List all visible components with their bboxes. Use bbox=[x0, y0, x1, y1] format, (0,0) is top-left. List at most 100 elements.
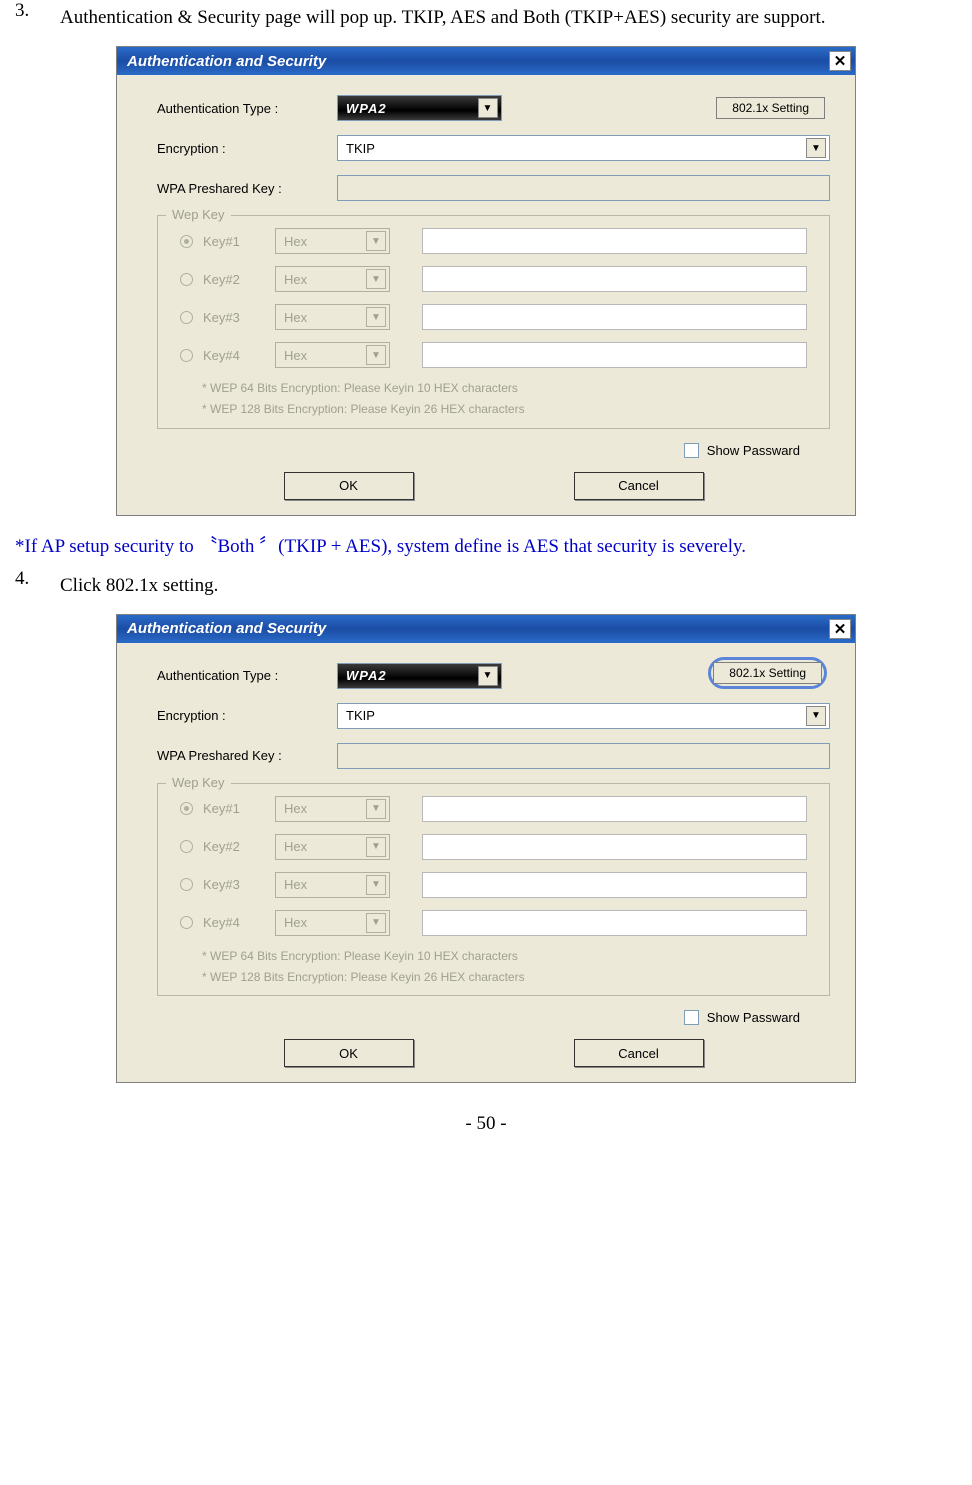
key1-input bbox=[422, 228, 807, 254]
chevron-down-icon: ▼ bbox=[478, 98, 498, 118]
auth-type-label: Authentication Type : bbox=[157, 101, 337, 116]
encryption-value: TKIP bbox=[346, 708, 375, 723]
8021x-setting-button[interactable]: 802.1x Setting bbox=[716, 97, 825, 119]
cancel-button[interactable]: Cancel bbox=[574, 1039, 704, 1067]
key4-input bbox=[422, 342, 807, 368]
radio-key1 bbox=[180, 235, 193, 248]
key3-label: Key#3 bbox=[203, 877, 275, 892]
wep-row-4: Key#4 Hex▼ bbox=[180, 342, 807, 368]
dialog-title: Authentication and Security bbox=[127, 620, 326, 637]
key2-format-dropdown: Hex▼ bbox=[275, 266, 390, 292]
wep-row-3: Key#3 Hex▼ bbox=[180, 304, 807, 330]
chevron-down-icon: ▼ bbox=[806, 138, 826, 158]
wep-note-1: * WEP 64 Bits Encryption: Please Keyin 1… bbox=[202, 948, 807, 965]
wep-row-2: Key#2 Hex▼ bbox=[180, 266, 807, 292]
close-icon[interactable]: ✕ bbox=[829, 619, 851, 639]
key1-format-dropdown: Hex▼ bbox=[275, 796, 390, 822]
dialog-titlebar: Authentication and Security ✕ bbox=[117, 615, 855, 643]
auth-type-label: Authentication Type : bbox=[157, 668, 337, 683]
chevron-down-icon: ▼ bbox=[478, 666, 498, 686]
psk-label: WPA Preshared Key : bbox=[157, 748, 337, 763]
auth-type-dropdown[interactable]: WPA2 ▼ bbox=[337, 663, 502, 689]
wep-note-2: * WEP 128 Bits Encryption: Please Keyin … bbox=[202, 969, 807, 986]
show-password-label: Show Passward bbox=[707, 1010, 800, 1025]
cancel-button[interactable]: Cancel bbox=[574, 472, 704, 500]
radio-key4 bbox=[180, 349, 193, 362]
setup-note: *If AP setup security to 〝Both 〞(TKIP + … bbox=[15, 531, 957, 558]
wep-row-2: Key#2 Hex▼ bbox=[180, 834, 807, 860]
key1-format-dropdown: Hex▼ bbox=[275, 228, 390, 254]
show-password-checkbox[interactable] bbox=[684, 443, 699, 458]
chevron-down-icon: ▼ bbox=[366, 913, 386, 933]
psk-input bbox=[337, 175, 830, 201]
chevron-down-icon: ▼ bbox=[366, 307, 386, 327]
psk-label: WPA Preshared Key : bbox=[157, 181, 337, 196]
key4-label: Key#4 bbox=[203, 915, 275, 930]
radio-key3 bbox=[180, 878, 193, 891]
encryption-dropdown[interactable]: TKIP ▼ bbox=[337, 135, 830, 161]
instruction-number: 3. bbox=[15, 0, 60, 36]
wep-key-fieldset: Wep Key Key#1 Hex▼ Key#2 Hex▼ Key#3 Hex▼ bbox=[157, 215, 830, 429]
key2-format-dropdown: Hex▼ bbox=[275, 834, 390, 860]
instruction-number: 4. bbox=[15, 568, 60, 604]
chevron-down-icon: ▼ bbox=[366, 837, 386, 857]
dialog-title: Authentication and Security bbox=[127, 53, 326, 70]
key2-label: Key#2 bbox=[203, 839, 275, 854]
chevron-down-icon: ▼ bbox=[806, 706, 826, 726]
show-password-label: Show Passward bbox=[707, 443, 800, 458]
auth-type-value: WPA2 bbox=[346, 101, 387, 116]
instruction-item-4: 4. Click 802.1x setting. bbox=[15, 568, 957, 604]
close-icon[interactable]: ✕ bbox=[829, 51, 851, 71]
auth-type-dropdown[interactable]: WPA2 ▼ bbox=[337, 95, 502, 121]
radio-key3 bbox=[180, 311, 193, 324]
instruction-text: Authentication & Security page will pop … bbox=[60, 0, 957, 36]
key3-label: Key#3 bbox=[203, 310, 275, 325]
encryption-label: Encryption : bbox=[157, 141, 337, 156]
chevron-down-icon: ▼ bbox=[366, 269, 386, 289]
radio-key1 bbox=[180, 802, 193, 815]
wep-row-1: Key#1 Hex▼ bbox=[180, 796, 807, 822]
key3-format-dropdown: Hex▼ bbox=[275, 304, 390, 330]
wep-note-1: * WEP 64 Bits Encryption: Please Keyin 1… bbox=[202, 380, 807, 397]
auth-type-value: WPA2 bbox=[346, 668, 387, 683]
chevron-down-icon: ▼ bbox=[366, 875, 386, 895]
wep-legend: Wep Key bbox=[166, 775, 231, 790]
key3-input bbox=[422, 304, 807, 330]
key1-label: Key#1 bbox=[203, 801, 275, 816]
key1-input bbox=[422, 796, 807, 822]
page-number: - 50 - bbox=[15, 1113, 957, 1135]
wep-key-fieldset: Wep Key Key#1 Hex▼ Key#2 Hex▼ Key#3 Hex▼ bbox=[157, 783, 830, 997]
psk-input bbox=[337, 743, 830, 769]
chevron-down-icon: ▼ bbox=[366, 231, 386, 251]
highlight-annotation: 802.1x Setting bbox=[708, 657, 827, 689]
key3-format-dropdown: Hex▼ bbox=[275, 872, 390, 898]
key2-input bbox=[422, 834, 807, 860]
radio-key2 bbox=[180, 840, 193, 853]
ok-button[interactable]: OK bbox=[284, 1039, 414, 1067]
key2-input bbox=[422, 266, 807, 292]
key4-format-dropdown: Hex▼ bbox=[275, 910, 390, 936]
show-password-checkbox[interactable] bbox=[684, 1010, 699, 1025]
auth-security-dialog-1: Authentication and Security ✕ Authentica… bbox=[116, 46, 856, 516]
key3-input bbox=[422, 872, 807, 898]
instruction-text: Click 802.1x setting. bbox=[60, 568, 957, 604]
radio-key4 bbox=[180, 916, 193, 929]
ok-button[interactable]: OK bbox=[284, 472, 414, 500]
show-password-row: Show Passward bbox=[157, 1010, 830, 1025]
radio-key2 bbox=[180, 273, 193, 286]
encryption-dropdown[interactable]: TKIP ▼ bbox=[337, 703, 830, 729]
key4-label: Key#4 bbox=[203, 348, 275, 363]
wep-row-3: Key#3 Hex▼ bbox=[180, 872, 807, 898]
chevron-down-icon: ▼ bbox=[366, 799, 386, 819]
encryption-label: Encryption : bbox=[157, 708, 337, 723]
dialog-titlebar: Authentication and Security ✕ bbox=[117, 47, 855, 75]
instruction-item-3: 3. Authentication & Security page will p… bbox=[15, 0, 957, 36]
auth-security-dialog-2: Authentication and Security ✕ Authentica… bbox=[116, 614, 856, 1084]
show-password-row: Show Passward bbox=[157, 443, 830, 458]
8021x-setting-button[interactable]: 802.1x Setting bbox=[713, 662, 822, 684]
key1-label: Key#1 bbox=[203, 234, 275, 249]
key2-label: Key#2 bbox=[203, 272, 275, 287]
encryption-value: TKIP bbox=[346, 141, 375, 156]
wep-row-4: Key#4 Hex▼ bbox=[180, 910, 807, 936]
chevron-down-icon: ▼ bbox=[366, 345, 386, 365]
